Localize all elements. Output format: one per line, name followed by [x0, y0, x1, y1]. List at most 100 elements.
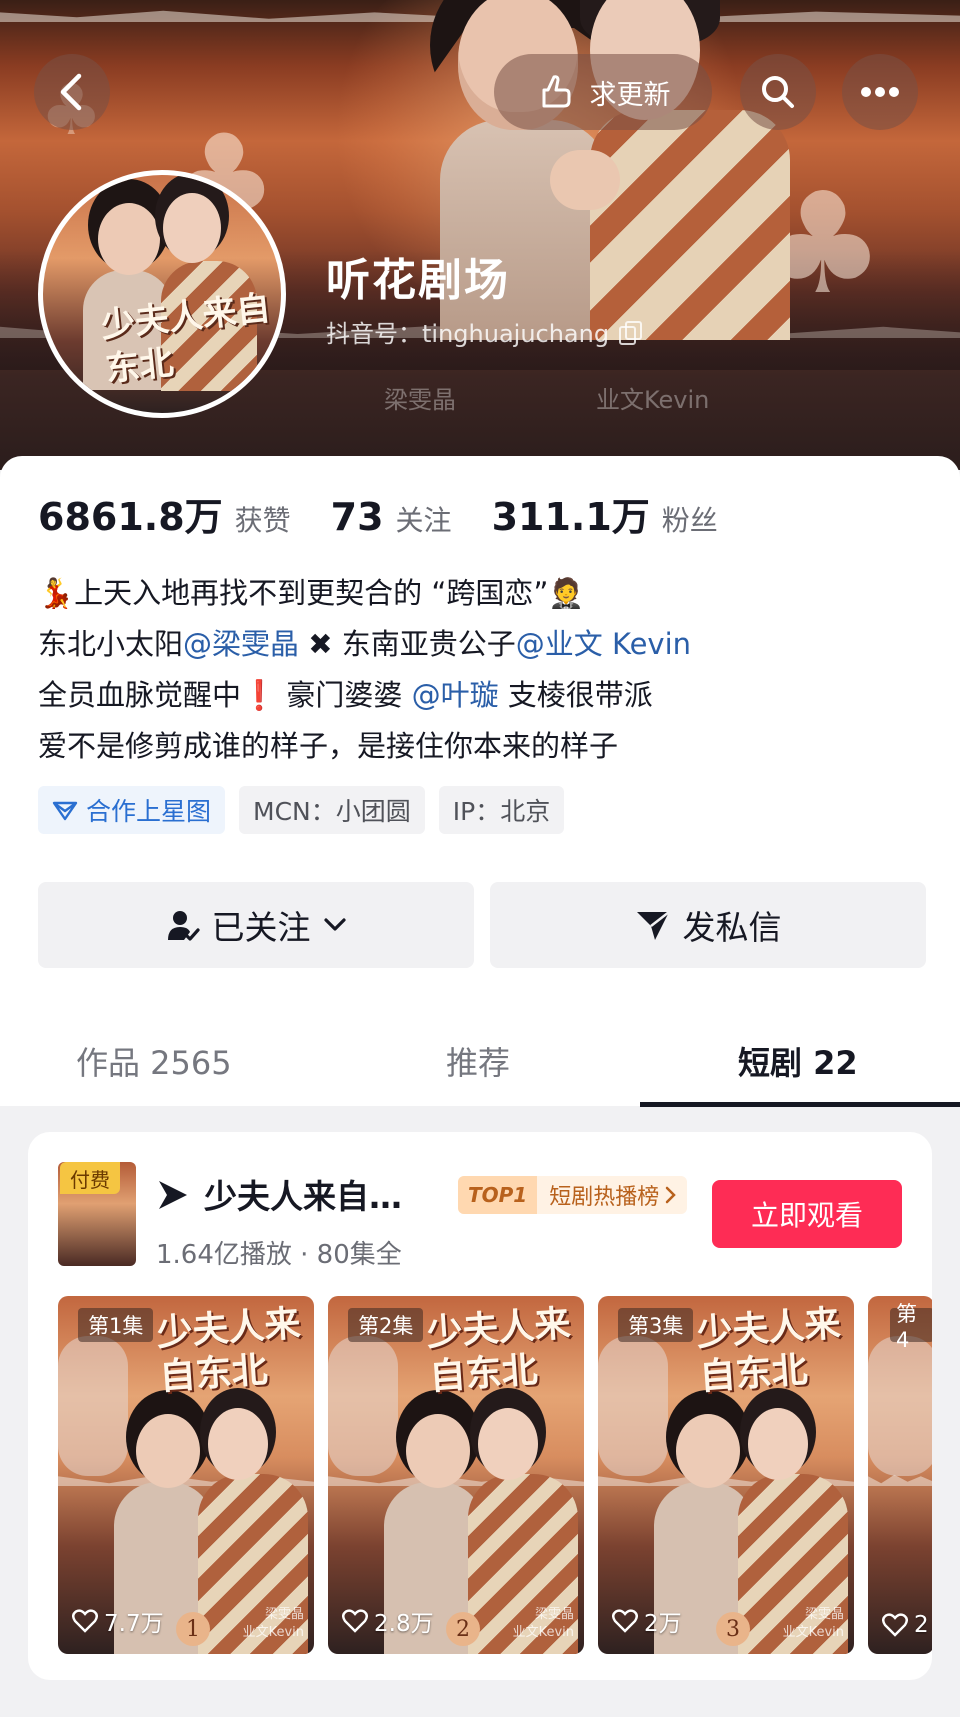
tab-works[interactable]: 作品 2565 — [76, 1016, 232, 1106]
rank-label: 短剧热播榜 — [549, 1185, 660, 1210]
active-tab-indicator — [640, 1102, 960, 1107]
bio-text: 支棱很带派 — [498, 678, 653, 712]
chevron-down-icon — [323, 918, 346, 931]
avatar-poster-title: 少夫人来自东北 — [99, 288, 273, 390]
star-map-tag[interactable]: 合作上星图 — [38, 786, 226, 834]
episode-likes: 2 — [914, 1612, 929, 1638]
douyin-id[interactable]: 抖音号：tinghuajuchang — [326, 314, 643, 349]
bio-line: 东北小太阳@梁雯晶 ✖ 东南亚贵公子@业文 Kevin — [38, 619, 928, 670]
poster-credit: 业文Kevin — [512, 1625, 574, 1640]
mcn-tag[interactable]: MCN：小团圆 — [239, 786, 425, 834]
paid-badge: 付费 — [60, 1162, 120, 1194]
episode-card[interactable]: 少夫人来自东北 第1集 7.7万 1 梁雯晶 业文Kevin — [58, 1296, 314, 1654]
hot-drama-rank-badge[interactable]: TOP1 短剧热播榜 — [458, 1176, 688, 1214]
stat-label: 获赞 — [234, 504, 291, 537]
episode-number: 3 — [716, 1612, 750, 1646]
bio-line: 💃上天入地再找不到更契合的 “跨国恋”🤵 — [38, 568, 928, 619]
copy-icon[interactable] — [619, 320, 643, 345]
episode-likes: 2.8万 — [374, 1611, 434, 1637]
episode-likes: 7.7万 — [104, 1611, 164, 1637]
poster-credit: 业文Kevin — [242, 1625, 304, 1640]
hand-point-icon — [542, 75, 570, 108]
bio-text: 上天入地再找不到更契合的 “跨国恋” — [74, 576, 549, 610]
heart-icon — [612, 1609, 638, 1633]
send-icon — [636, 911, 670, 940]
profile-bio: 💃上天入地再找不到更契合的 “跨国恋”🤵 东北小太阳@梁雯晶 ✖ 东南亚贵公子@… — [38, 568, 928, 772]
likes-stat[interactable]: 6861.8万 获赞 — [38, 486, 291, 541]
episode-likes: 2万 — [644, 1611, 682, 1637]
more-dots-icon — [861, 87, 899, 97]
profile-info-card: 6861.8万 获赞 73 关注 311.1万 粉丝 💃上天入地再找不到更契合的… — [0, 456, 960, 1107]
episode-list: 少夫人来自东北 第1集 7.7万 1 梁雯晶 业文Kevin 少夫人来自东北 第2… — [58, 1296, 932, 1654]
bio-text: 东北小太阳 — [38, 627, 184, 661]
episode-number-badge: 第2集 — [348, 1308, 424, 1342]
tag-label: IP：北京 — [452, 797, 551, 826]
banner-cast-name: 梁雯晶 — [384, 386, 456, 414]
drama-meta: 1.64亿播放 · 80集全 — [156, 1240, 402, 1270]
request-update-label: 求更新 — [589, 79, 671, 111]
episode-card[interactable]: 少夫人来自东北 第2集 2.8万 2 梁雯晶业文Kevin — [328, 1296, 584, 1654]
drama-title[interactable]: 少夫人来自… — [204, 1170, 402, 1218]
tag-label: MCN：小团圆 — [253, 797, 411, 826]
following-stat[interactable]: 73 关注 — [331, 495, 452, 539]
heart-icon — [882, 1613, 908, 1637]
heart-icon — [72, 1609, 98, 1633]
send-message-button[interactable]: 发私信 — [490, 882, 926, 968]
stat-value: 311.1万 — [491, 495, 650, 539]
stat-label: 关注 — [395, 504, 452, 537]
short-drama-card: 付费 少夫人来自… 1.64亿播放 · 80集全 TOP1 短剧热播榜 立即观看… — [28, 1132, 932, 1680]
episode-card[interactable]: 少夫人来自东北 第3集 2万 3 梁雯晶 业文Kevin — [598, 1296, 854, 1654]
stat-label: 粉丝 — [661, 504, 718, 537]
bio-text: 东南亚贵公子 — [341, 627, 516, 661]
profile-tags: 合作上星图 MCN：小团圆 IP：北京 — [38, 786, 565, 834]
profile-stats: 6861.8万 获赞 73 关注 311.1万 粉丝 — [38, 486, 758, 541]
episode-poster-title: 少夫人来自东北 — [695, 1302, 842, 1399]
profile-tabs: 作品 2565 推荐 短剧 22 — [0, 1016, 960, 1107]
episode-number: 2 — [446, 1612, 480, 1646]
douyin-id-text: 抖音号：tinghuajuchang — [326, 320, 610, 348]
poster-credit: 梁雯晶 — [804, 1607, 844, 1622]
profile-actions: 已关注 发私信 — [38, 882, 926, 968]
episode-poster-title: 少夫人来自东北 — [155, 1302, 302, 1399]
search-icon — [762, 76, 794, 108]
chevron-right-icon — [665, 1186, 677, 1204]
drama-play-logo-icon — [159, 1181, 187, 1209]
following-label: 已关注 — [211, 908, 311, 947]
cross-mark-icon: ✖ — [299, 627, 342, 661]
poster-credit: 梁雯晶 — [534, 1607, 574, 1622]
search-button[interactable] — [740, 54, 816, 130]
more-button[interactable] — [842, 54, 918, 130]
mention-link[interactable]: @业文 Kevin — [516, 627, 691, 661]
user-check-icon — [167, 911, 200, 941]
episode-card[interactable]: 第4 2 — [868, 1296, 932, 1654]
bio-text: 豪门婆婆 — [277, 678, 403, 712]
stat-value: 73 — [330, 495, 384, 539]
star-map-icon — [52, 801, 78, 821]
bio-text: 全员血脉觉醒中 — [38, 678, 242, 712]
exclamation-icon: ❗ — [241, 678, 278, 712]
followers-stat[interactable]: 311.1万 粉丝 — [492, 486, 718, 541]
stat-value: 6861.8万 — [38, 495, 223, 539]
groom-emoji-icon: 🤵 — [548, 576, 585, 610]
send-message-label: 发私信 — [682, 908, 782, 947]
tab-short-drama[interactable]: 短剧 22 — [738, 1016, 858, 1106]
tab-recommend[interactable]: 推荐 — [446, 1016, 510, 1106]
bio-line: 爱不是修剪成谁的样子，是接住你本来的样子 — [38, 729, 619, 763]
banner-cast-name: 业文Kevin — [596, 386, 710, 414]
avatar[interactable]: 少夫人来自东北 — [38, 170, 286, 418]
mention-link[interactable]: @梁雯晶 — [183, 627, 299, 661]
tag-label: 合作上星图 — [86, 797, 212, 826]
mention-link[interactable]: @叶璇 — [412, 678, 499, 712]
dancer-emoji-icon: 💃 — [38, 576, 75, 610]
profile-page: ♣ ♣ ♣ 梁雯晶 业文Kevin 求更新 少夫人来自东北 听花剧场 抖音号：t… — [0, 0, 960, 1717]
poster-credit: 业文Kevin — [782, 1625, 844, 1640]
watch-now-button[interactable]: 立即观看 — [712, 1180, 902, 1248]
chevron-left-icon — [60, 73, 82, 111]
episode-number-badge: 第4 — [890, 1302, 932, 1352]
episode-number: 1 — [176, 1612, 210, 1646]
episode-poster-title: 少夫人来自东北 — [425, 1302, 572, 1399]
back-button[interactable] — [34, 54, 110, 130]
following-button[interactable]: 已关注 — [38, 882, 474, 968]
heart-icon — [342, 1609, 368, 1633]
request-update-button[interactable]: 求更新 — [494, 54, 712, 130]
